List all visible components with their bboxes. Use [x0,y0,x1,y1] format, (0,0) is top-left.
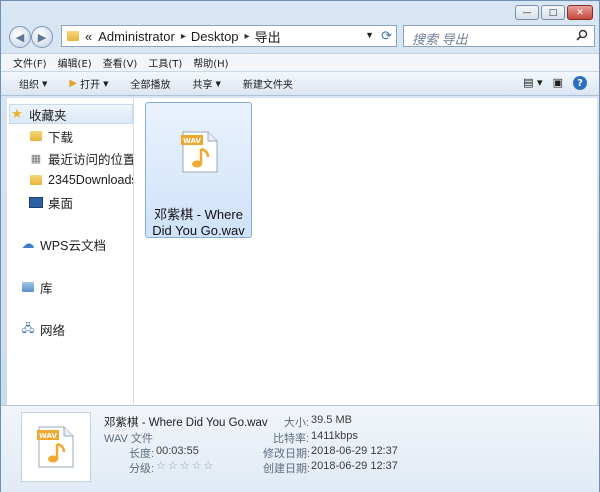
sidebar-item-recent[interactable]: ▦ 最近访问的位置 [29,148,134,168]
address-bar[interactable]: « Administrator ▸ Desktop ▸ 导出 ▼ ⟳ [61,25,397,47]
forward-button[interactable]: ▶ [31,26,53,48]
minimize-button[interactable]: — [515,5,539,20]
details-size-label: 大小: [284,417,310,429]
details-pane: WAV 邓紫棋 - Where Did You Go.wav WAV 文件 长度… [1,405,599,492]
breadcrumb-export[interactable]: 导出 [255,27,281,46]
cloud-icon: ☁ [21,236,35,251]
close-button[interactable]: ✕ [567,5,593,20]
wav-file-icon: WAV [37,426,75,471]
help-icon[interactable]: ? [573,76,587,90]
breadcrumb-desktop[interactable]: Desktop [191,29,239,44]
svg-text:WAV: WAV [183,137,201,145]
sidebar-item-label: 网络 [40,323,66,338]
file-item-wav[interactable]: WAV 邓紫棋 - Where Did You Go.wav [145,102,252,238]
new-folder-label: 新建文件夹 [242,80,293,91]
network-icon: 🖧 [21,322,35,335]
favorites-label: 收藏夹 [29,108,67,123]
address-overflow[interactable]: « [85,29,92,44]
menu-bar: 文件(F) 编辑(E) 查看(V) 工具(T) 帮助(H) [1,53,599,71]
title-bar: — □ ✕ [1,1,599,23]
window-controls: — □ ✕ [515,5,593,20]
menu-file[interactable]: 文件(F) [13,55,47,70]
play-all-label: 全部播放 [130,80,171,91]
menu-view[interactable]: 查看(V) [103,55,138,70]
details-size: 39.5 MB [311,414,352,426]
file-list: WAV 邓紫棋 - Where Did You Go.wav [134,98,597,405]
folder-icon [67,29,79,44]
folder-icon [29,173,43,187]
sidebar-item-downloads[interactable]: 下载 [29,126,73,146]
sidebar-item-network[interactable]: 🖧 网络 [21,319,65,339]
details-bitrate-label: 比特率: [273,433,310,445]
organize-label: 组织 [19,80,39,91]
svg-text:WAV: WAV [39,432,57,440]
open-icon: ▶ [69,78,78,89]
sidebar-item-label: 2345Downloads [48,173,134,187]
open-button[interactable]: ▶ 打开 ▼ [69,76,108,91]
file-name-line1: 邓紫棋 - Where [154,207,243,222]
details-file-type: WAV 文件 [104,433,153,445]
sidebar-item-desktop[interactable]: 桌面 [29,192,73,212]
breadcrumb-arrow-icon[interactable]: ▸ [245,31,250,42]
menu-tools[interactable]: 工具(T) [148,55,182,70]
sidebar-item-label: WPS云文档 [40,238,106,253]
desktop-icon [29,195,43,209]
chevron-down-icon: ▼ [42,79,48,88]
navigation-pane: ★ 收藏夹 下载 ▦ 最近访问的位置 2345Downloads 桌面 ☁ WP… [7,98,134,405]
search-icon[interactable] [576,29,588,44]
chevron-down-icon: ▼ [215,79,221,88]
file-name: 邓紫棋 - Where Did You Go.wav [146,207,251,239]
details-length-label: 长度: [129,448,155,460]
navigation-row: ◀ ▶ « Administrator ▸ Desktop ▸ 导出 ▼ ⟳ 搜… [1,23,599,51]
details-thumbnail: WAV [21,412,91,482]
address-dropdown-icon[interactable]: ▼ [365,30,374,40]
back-button[interactable]: ◀ [9,26,31,48]
sidebar-item-label: 桌面 [48,196,74,211]
library-icon [21,280,35,294]
details-created-label: 创建日期: [263,463,311,475]
details-bitrate: 1411kbps [311,430,358,442]
details-modified: 2018-06-29 12:37 [311,445,398,457]
menu-help[interactable]: 帮助(H) [193,55,228,70]
breadcrumb-arrow-icon[interactable]: ▸ [181,31,186,42]
explorer-window: — □ ✕ ◀ ▶ « Administrator ▸ Desktop ▸ 导出… [0,0,600,492]
wav-file-icon: WAV [181,131,219,176]
chevron-down-icon: ▼ [103,79,109,88]
sidebar-item-library[interactable]: 库 [21,277,53,297]
details-rating-label: 分级: [129,463,155,475]
preview-pane-icon[interactable]: ▣ [553,76,563,90]
refresh-icon[interactable]: ⟳ [381,28,392,44]
download-folder-icon [29,129,43,143]
sidebar-item-wps[interactable]: ☁ WPS云文档 [21,234,106,254]
open-label: 打开 [80,80,101,91]
maximize-button[interactable]: □ [541,5,565,20]
sidebar-item-2345downloads[interactable]: 2345Downloads [29,170,134,190]
view-options-icon[interactable]: ▤ ▾ [523,76,542,90]
sidebar-favorites[interactable]: ★ 收藏夹 [9,104,133,124]
share-label: 共享 [192,80,213,91]
details-modified-label: 修改日期: [263,448,311,460]
rating-stars[interactable]: ☆☆☆☆☆ [156,459,215,472]
new-folder-button[interactable]: 新建文件夹 [243,76,293,91]
details-length: 00:03:55 [156,445,199,457]
details-created: 2018-06-29 12:37 [311,460,398,472]
sidebar-item-label: 库 [40,281,53,296]
sidebar-item-label: 下载 [48,130,74,145]
command-bar: 组织 ▼ ▶ 打开 ▼ 全部播放 共享 ▼ 新建文件夹 ▤ ▾ ▣ ? [1,71,599,96]
recent-places-icon: ▦ [30,152,42,165]
search-box[interactable]: 搜索 导出 [403,25,595,47]
play-all-button[interactable]: 全部播放 [130,76,170,91]
menu-edit[interactable]: 编辑(E) [58,55,92,70]
file-name-line2: Did You Go.wav [152,223,245,238]
sidebar-item-label: 最近访问的位置 [48,152,134,167]
organize-button[interactable]: 组织 ▼ [19,76,48,92]
forward-arrow-icon: ▶ [37,30,47,44]
share-button[interactable]: 共享 ▼ [192,76,221,92]
star-icon: ★ [11,106,23,121]
breadcrumb-administrator[interactable]: Administrator [98,29,175,44]
toolbar-right: ▤ ▾ ▣ ? [523,76,587,90]
back-arrow-icon: ◀ [15,30,25,44]
details-file-name: 邓紫棋 - Where Did You Go.wav [104,417,268,429]
search-placeholder: 搜索 导出 [412,32,468,47]
